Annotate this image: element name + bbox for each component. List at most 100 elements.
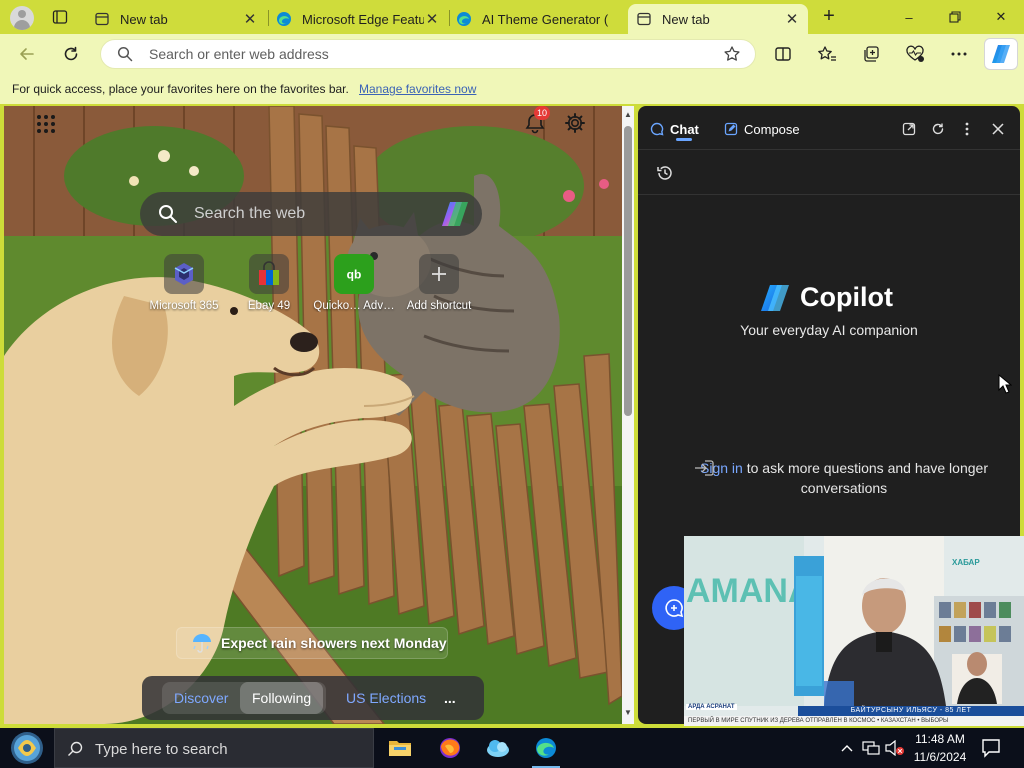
tab-chat[interactable]: Chat [650, 120, 699, 138]
firefox-icon [438, 736, 462, 760]
tab-compose[interactable]: Compose [724, 120, 800, 138]
tab-new-tab-1[interactable]: New tab ✕ [86, 4, 266, 34]
microsoft365-icon [164, 254, 204, 294]
back-button[interactable] [12, 40, 42, 68]
channel-logo: ХАБАР [952, 558, 980, 567]
sign-in-prompt: Sign in to ask more questions and have l… [694, 458, 994, 498]
refresh-icon[interactable] [927, 118, 949, 140]
network-icon[interactable] [860, 738, 882, 758]
favorites-icon[interactable] [812, 40, 842, 68]
minimize-button[interactable]: – [886, 2, 932, 32]
favorite-star-icon[interactable] [723, 45, 741, 63]
shortcut-microsoft-365[interactable]: Microsoft 365 [141, 254, 227, 320]
feed-more-button[interactable]: ... [432, 682, 468, 714]
close-tab-icon[interactable]: ✕ [424, 11, 440, 28]
browser-toolbar [0, 34, 1024, 74]
taskbar-app-firefox[interactable] [426, 728, 474, 768]
tab-label: AI Theme Generator ( [482, 11, 609, 27]
collections-icon[interactable] [856, 40, 886, 68]
volume-muted-icon[interactable] [884, 738, 906, 758]
notification-center-icon[interactable] [980, 737, 1002, 759]
plus-icon [419, 254, 459, 294]
shortcut-add[interactable]: Add shortcut [396, 254, 482, 320]
active-tab-indicator [676, 138, 692, 141]
web-search-input[interactable] [194, 204, 424, 224]
scrollbar-thumb[interactable] [624, 126, 632, 416]
notification-count-badge: 10 [534, 106, 551, 120]
feed-navigation: Discover Following US Elections ... [142, 676, 484, 720]
show-hidden-icons-chevron-icon[interactable] [838, 738, 856, 758]
close-tab-icon[interactable]: ✕ [784, 11, 800, 28]
profile-avatar[interactable] [10, 6, 34, 30]
close-sidebar-icon[interactable] [987, 118, 1009, 140]
address-input[interactable] [149, 44, 709, 64]
clock-date: 11/6/2024 [913, 750, 967, 764]
favorites-bar-message: For quick access, place your favorites h… [12, 82, 349, 96]
sidebar-header: Chat Compose [638, 106, 1020, 150]
new-tab-button[interactable]: + [816, 6, 842, 28]
restore-button[interactable] [932, 2, 978, 32]
weather-card[interactable]: Expect rain showers next Monday [176, 627, 448, 659]
taskbar-app-file-explorer[interactable] [376, 728, 424, 768]
system-clock[interactable]: 11:48 AM 11/6/2024 [906, 730, 974, 766]
history-icon[interactable] [656, 164, 674, 182]
edge-icon [534, 736, 558, 760]
edge-icon [456, 11, 472, 27]
split-screen-icon[interactable] [768, 40, 798, 68]
web-search-box[interactable] [140, 192, 482, 236]
copilot-icon [990, 43, 1012, 65]
scroll-up-arrow-icon[interactable]: ▲ [624, 110, 632, 119]
tab-us-elections[interactable]: US Elections [334, 682, 438, 714]
more-options-icon[interactable] [944, 40, 974, 68]
edge-icon [276, 11, 292, 27]
quickbooks-icon: qb [334, 254, 374, 294]
svg-text:qb: qb [347, 268, 362, 282]
scroll-down-arrow-icon[interactable]: ▼ [624, 708, 632, 717]
sign-in-text: to ask more questions and have longer co… [742, 460, 988, 496]
copilot-logo-icon [758, 283, 792, 313]
news-ticker: ПЕРВЫЙ В МИРЕ СПУТНИК ИЗ ДЕРЕВА ОТПРАВЛЕ… [684, 716, 1024, 726]
compose-icon [724, 122, 738, 136]
open-in-new-tab-icon[interactable] [898, 118, 920, 140]
tab-new-tab-active[interactable]: New tab ✕ [628, 4, 808, 34]
copilot-title: Copilot [800, 282, 893, 312]
copilot-button[interactable] [984, 38, 1018, 70]
app-launcher-icon[interactable] [36, 114, 56, 134]
copilot-brand: Copilot [758, 282, 893, 313]
tab-label: Microsoft Edge Features [302, 11, 424, 27]
news-video-overlay[interactable]: AMANAT ХАБАР АРДА АСРАНАТ БАЙТУРСЫНУ ИЛЬ… [684, 536, 1024, 726]
tab-edge-features[interactable]: Microsoft Edge Features ✕ [268, 4, 448, 34]
copilot-icon[interactable] [440, 200, 470, 228]
new-tab-page: ▲ ▼ 10 Microsoft 365 Ebay 49 qb Qui [4, 106, 634, 724]
divider [638, 194, 1020, 195]
umbrella-icon [191, 632, 213, 654]
taskbar-app-weather[interactable] [474, 728, 522, 768]
tab-actions-icon[interactable] [48, 6, 72, 28]
new-chat-icon [663, 597, 685, 619]
close-tab-icon[interactable]: ✕ [242, 11, 258, 28]
manage-favorites-link[interactable]: Manage favorites now [359, 82, 476, 96]
close-window-button[interactable]: ✕ [978, 2, 1024, 32]
more-vertical-icon[interactable] [956, 118, 978, 140]
shortcut-ebay[interactable]: Ebay 49 [226, 254, 312, 320]
tab-discover[interactable]: Discover [162, 682, 240, 714]
weather-text: Expect rain showers next Monday [221, 635, 447, 651]
taskbar-search-input[interactable] [95, 739, 355, 759]
search-icon [67, 741, 83, 757]
ebay-bag-icon [249, 254, 289, 294]
search-icon [158, 204, 178, 224]
address-bar[interactable] [100, 39, 756, 69]
chat-icon [650, 122, 664, 136]
browser-essentials-icon[interactable] [900, 40, 930, 68]
shortcut-quickbooks[interactable]: qb Quicko… Adv… [311, 254, 397, 320]
taskbar-search-box[interactable] [54, 728, 374, 768]
tab-following[interactable]: Following [240, 682, 324, 714]
refresh-button[interactable] [56, 40, 86, 68]
start-button[interactable] [8, 731, 46, 765]
newtab-icon [94, 11, 110, 27]
tab-ai-theme-generator[interactable]: AI Theme Generator ( [448, 4, 628, 34]
taskbar-app-edge[interactable] [522, 728, 570, 768]
page-settings-gear-icon[interactable] [564, 112, 586, 134]
windows-taskbar: 11:48 AM 11/6/2024 [0, 728, 1024, 768]
sign-in-icon [694, 460, 714, 476]
